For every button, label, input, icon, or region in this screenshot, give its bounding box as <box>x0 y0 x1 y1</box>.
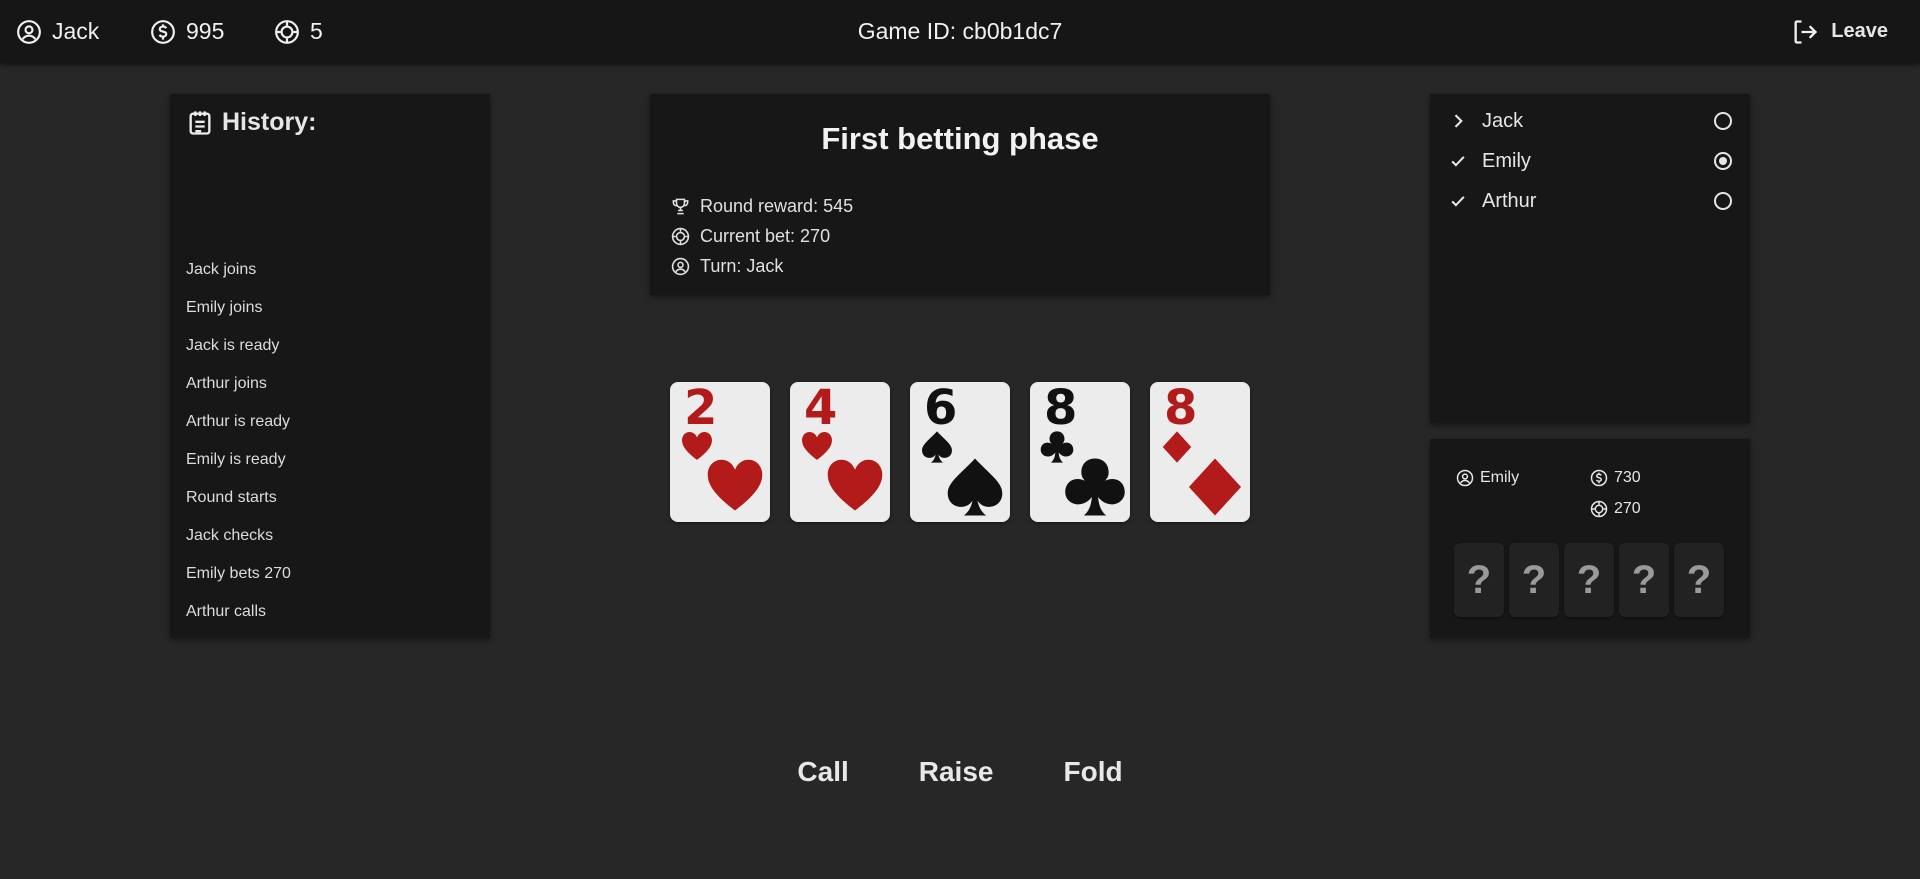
opponent-name-row: Emily <box>1456 469 1519 487</box>
community-card-4-of-hearts: 4 <box>790 382 890 522</box>
fold-button[interactable]: Fold <box>1028 756 1157 788</box>
user-circle-icon <box>671 257 690 275</box>
round-reward-row: Round reward: 545 <box>671 191 853 221</box>
history-item: Jack checks <box>186 527 274 544</box>
history-panel: History: Jack joins Emily joins Jack is … <box>170 94 490 638</box>
spade-suit-icon <box>947 458 1003 516</box>
community-cards: 24688 <box>670 382 1250 522</box>
poker-chip-icon <box>1590 500 1608 518</box>
hidden-card: ? <box>1564 543 1614 617</box>
opponent-hidden-cards: ? ? ? ? ? <box>1454 543 1724 617</box>
history-item: Jack is ready <box>186 337 280 354</box>
hidden-card: ? <box>1674 543 1724 617</box>
player-row-arthur[interactable]: Arthur <box>1448 181 1732 221</box>
notepad-icon <box>189 110 211 135</box>
community-card-8-of-clubs: 8 <box>1030 382 1130 522</box>
opponent-bet: 270 <box>1614 500 1641 517</box>
leave-button[interactable]: Leave <box>1791 0 1888 63</box>
history-item: Emily joins <box>186 299 263 316</box>
heart-suit-icon <box>827 459 883 511</box>
player-name: Arthur <box>1482 189 1537 212</box>
community-card-2-of-hearts: 2 <box>670 382 770 522</box>
check-icon <box>1451 196 1465 207</box>
history-item: Arthur is ready <box>186 413 291 430</box>
hidden-card: ? <box>1454 543 1504 617</box>
community-card-8-of-diamonds: 8 <box>1150 382 1250 522</box>
raise-button[interactable]: Raise <box>884 756 1029 788</box>
phase-panel: First betting phase Round reward: 545 Cu… <box>650 94 1270 295</box>
dollar-circle-icon <box>1590 469 1608 487</box>
check-icon <box>1451 156 1465 167</box>
opponent-name: Emily <box>1480 469 1520 486</box>
player-radio[interactable] <box>1714 112 1732 130</box>
history-title: History: <box>222 108 317 136</box>
history-item: Arthur calls <box>186 603 267 620</box>
chevron-right-icon <box>1454 114 1463 128</box>
top-bar: Jack 995 5 Game ID: cb0b1dc7 Leave <box>0 0 1920 63</box>
history-item: Emily bets 270 <box>186 565 291 582</box>
heart-suit-icon <box>707 459 763 511</box>
player-name: Jack <box>1482 109 1524 132</box>
game-id: Game ID: cb0b1dc7 <box>857 18 1063 44</box>
player-row-emily[interactable]: Emily <box>1448 141 1732 181</box>
community-card-6-of-spades: 6 <box>910 382 1010 522</box>
round-info: Round reward: 545 Current bet: 270 Turn:… <box>671 191 853 281</box>
turn: Turn: Jack <box>700 255 784 276</box>
turn-row: Turn: Jack <box>671 251 853 281</box>
history-item: Jack joins <box>186 261 257 278</box>
opponent-panel: Emily 730 270 ? ? ? ? ? <box>1430 439 1750 638</box>
players-panel: Jack Emily Arthur <box>1430 94 1750 423</box>
history-item: Arthur joins <box>186 375 267 392</box>
player-radio[interactable] <box>1714 192 1732 210</box>
action-bar: Call Raise Fold <box>0 756 1920 788</box>
hidden-card: ? <box>1509 543 1559 617</box>
phase-title: First betting phase <box>821 121 1099 156</box>
opponent-balance: 730 <box>1614 469 1641 486</box>
club-suit-icon <box>1065 458 1125 516</box>
call-button[interactable]: Call <box>762 756 883 788</box>
round-reward: Round reward: 545 <box>700 195 854 216</box>
hidden-card: ? <box>1619 543 1669 617</box>
opponent-bet-row: 270 <box>1590 500 1641 518</box>
player-row-jack[interactable]: Jack <box>1448 101 1732 141</box>
current-bet-row: Current bet: 270 <box>671 221 853 251</box>
diamond-suit-icon <box>1188 458 1242 516</box>
history-heading: History: <box>186 108 316 137</box>
history-list: Jack joins Emily joins Jack is ready Art… <box>186 257 291 637</box>
poker-chip-icon <box>671 227 690 245</box>
user-circle-icon <box>1456 469 1474 487</box>
player-name: Emily <box>1482 149 1531 172</box>
history-item: Emily is ready <box>186 451 286 468</box>
player-radio-selected[interactable] <box>1714 152 1732 170</box>
logout-icon <box>1794 19 1818 44</box>
current-bet: Current bet: 270 <box>700 225 831 246</box>
history-item: Round starts <box>186 489 277 506</box>
trophy-icon <box>672 198 689 214</box>
leave-label: Leave <box>1831 20 1888 42</box>
opponent-balance-row: 730 <box>1590 469 1641 487</box>
